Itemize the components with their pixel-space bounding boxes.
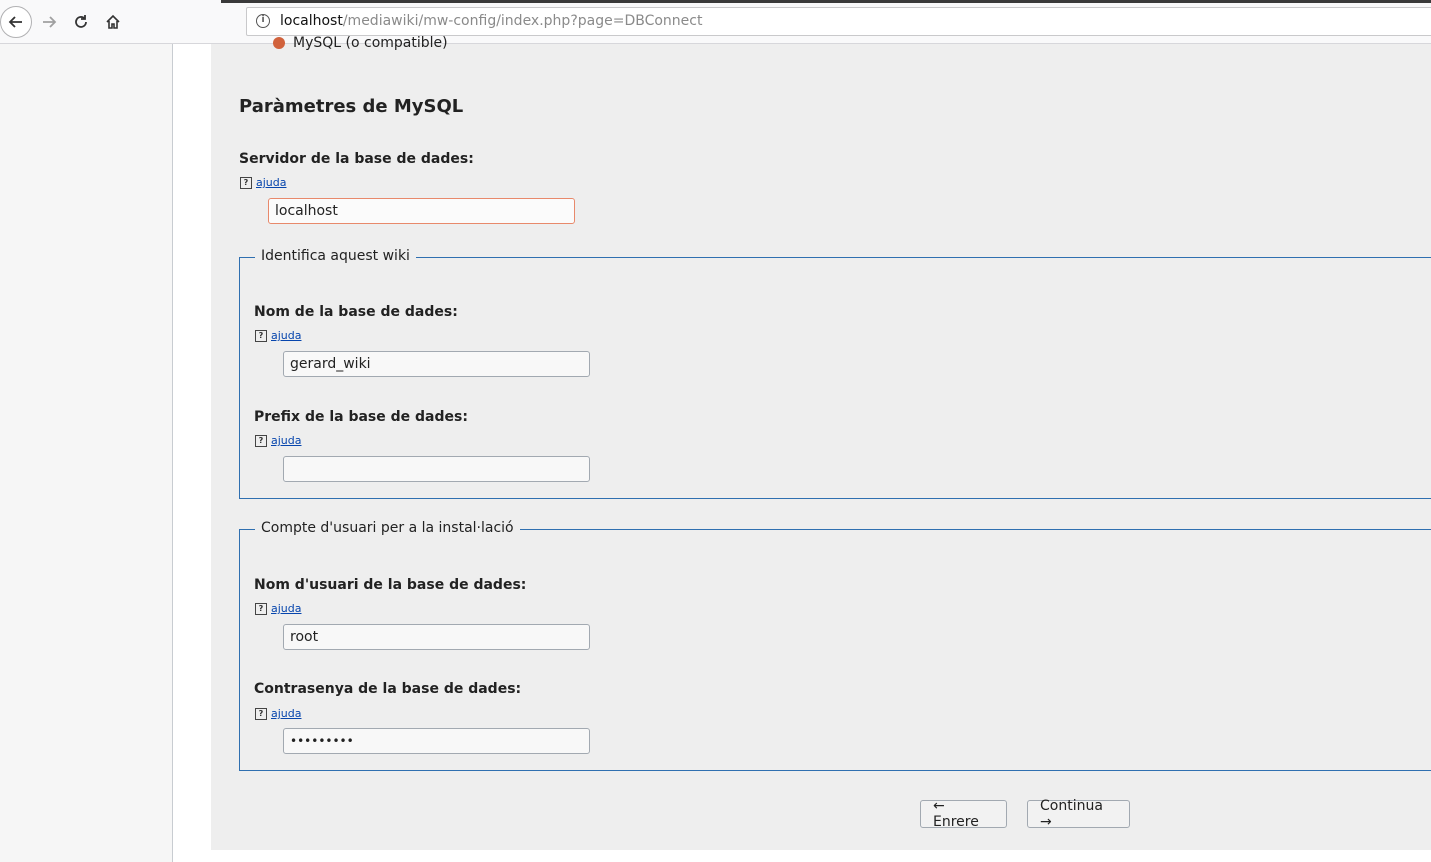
dbname-help-link[interactable]: ajuda [271,329,302,342]
db-type-radio-label: MySQL (o compatible) [293,35,448,51]
forward-arrow-icon[interactable] [33,6,65,38]
browser-toolbar: i localhost/mediawiki/mw-config/index.ph… [0,0,1431,43]
db-user-help: ? ajuda [255,602,302,615]
home-icon[interactable] [97,6,129,38]
continue-button[interactable]: Continua → [1027,798,1130,830]
help-icon: ? [255,707,267,720]
help-icon: ? [255,602,267,615]
content-gutter [173,44,211,862]
db-type-radio-selected[interactable] [273,37,285,49]
dbname-input[interactable]: gerard_wiki [283,351,590,377]
prefix-help-link[interactable]: ajuda [271,434,302,447]
db-password-help-link[interactable]: ajuda [271,707,302,720]
identify-wiki-legend: Identifica aquest wiki [255,248,416,264]
site-info-icon[interactable]: i [256,14,270,28]
db-password-input[interactable]: ••••••••• [283,728,590,754]
db-user-label: Nom d'usuari de la base de dades: [254,577,527,593]
reload-icon[interactable] [65,6,97,38]
help-icon: ? [255,329,267,342]
dbname-help: ? ajuda [255,329,302,342]
server-label: Servidor de la base de dades: [239,151,474,167]
prefix-help: ? ajuda [255,434,302,447]
prefix-label: Prefix de la base de dades: [254,409,468,425]
dbname-label: Nom de la base de dades: [254,304,458,320]
back-arrow-icon[interactable] [0,6,32,38]
content-footer-strip [211,850,1431,862]
sidebar [0,44,172,862]
install-account-legend: Compte d'usuari per a la instal·lació [255,520,520,536]
db-password-help: ? ajuda [255,707,302,720]
db-password-label: Contrasenya de la base de dades: [254,681,522,697]
server-input[interactable]: localhost [268,198,575,224]
db-user-help-link[interactable]: ajuda [271,602,302,615]
prefix-input[interactable] [283,456,590,482]
back-button[interactable]: ← Enrere [920,798,1007,830]
section-title: Paràmetres de MySQL [239,96,464,117]
help-icon: ? [255,434,267,447]
url-text: localhost/mediawiki/mw-config/index.php?… [280,13,703,29]
db-user-input[interactable]: root [283,624,590,650]
help-icon: ? [240,176,252,189]
server-help-link[interactable]: ajuda [256,176,287,189]
url-bar[interactable]: i localhost/mediawiki/mw-config/index.ph… [246,7,1431,36]
server-help: ? ajuda [240,176,287,189]
urlbar-top-edge [221,0,1431,3]
